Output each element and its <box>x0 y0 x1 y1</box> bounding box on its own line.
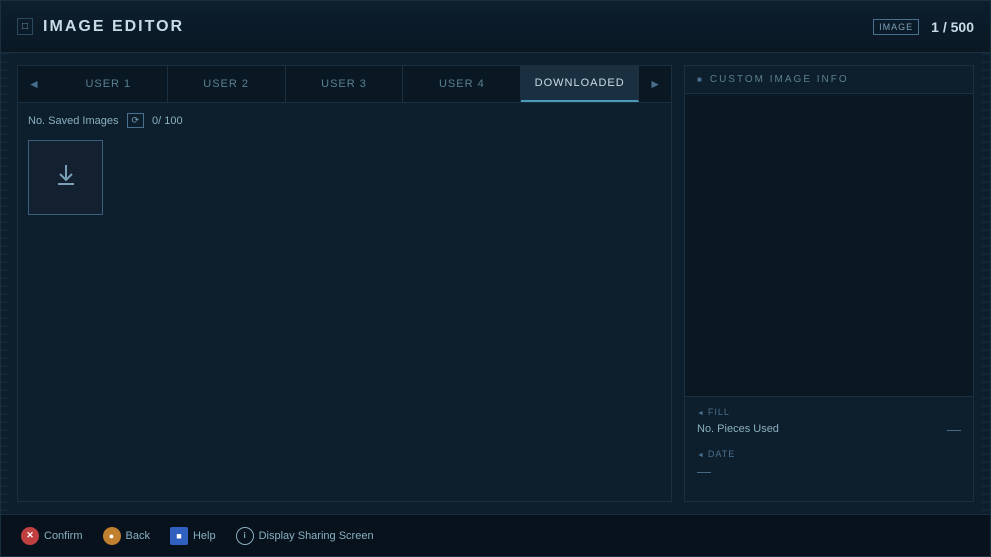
tab-user4[interactable]: USER 4 <box>403 66 521 102</box>
images-area: No. Saved Images ⟳ 0/ 100 <box>18 103 671 501</box>
image-label: IMAGE <box>873 19 919 35</box>
tab-right-arrow[interactable]: ► <box>639 66 671 102</box>
top-bar: □ IMAGE EDITOR IMAGE 1 / 500 <box>1 1 990 53</box>
right-panel-title: CUSTOM IMAGE INFO <box>685 66 973 94</box>
right-panel: CUSTOM IMAGE INFO FILL No. Pieces Used —… <box>684 65 974 502</box>
help-label: Help <box>193 530 216 542</box>
x-button-icon: ✕ <box>21 527 39 545</box>
info-section: FILL No. Pieces Used — DATE — <box>685 396 973 501</box>
left-panel: ◄ USER 1 USER 2 USER 3 USER 4 DOWNLOADED <box>17 65 672 502</box>
tab-user3[interactable]: USER 3 <box>286 66 404 102</box>
saved-images-count: 0/ 100 <box>152 115 183 127</box>
pieces-used-value: — <box>947 421 961 437</box>
pieces-used-label: No. Pieces Used <box>697 423 779 435</box>
download-icon <box>52 161 80 195</box>
tab-user2[interactable]: USER 2 <box>168 66 286 102</box>
app-frame: □ IMAGE EDITOR IMAGE 1 / 500 ◄ USER 1 US <box>0 0 991 557</box>
image-preview-area <box>685 94 973 396</box>
back-label: Back <box>126 530 150 542</box>
confirm-button[interactable]: ✕ Confirm <box>21 527 83 545</box>
images-grid <box>28 140 661 215</box>
date-value: — <box>697 463 711 479</box>
pieces-used-row: No. Pieces Used — <box>697 421 961 437</box>
tabs-bar: ◄ USER 1 USER 2 USER 3 USER 4 DOWNLOADED <box>18 66 671 103</box>
page-title: IMAGE EDITOR <box>43 18 184 36</box>
triangle-button-icon: i <box>236 527 254 545</box>
saved-images-bar: No. Saved Images ⟳ 0/ 100 <box>28 113 661 128</box>
image-icon: IMAGE <box>873 19 919 35</box>
tab-downloaded[interactable]: DOWNLOADED <box>521 66 639 102</box>
saved-images-label: No. Saved Images <box>28 115 119 127</box>
download-image-slot[interactable] <box>28 140 103 215</box>
display-sharing-button[interactable]: i Display Sharing Screen <box>236 527 374 545</box>
image-counter: 1 / 500 <box>931 19 974 35</box>
title-section: □ IMAGE EDITOR <box>17 18 184 36</box>
tab-user1[interactable]: USER 1 <box>50 66 168 102</box>
top-right-section: IMAGE 1 / 500 <box>873 19 974 35</box>
back-button[interactable]: ● Back <box>103 527 150 545</box>
tab-left-arrow[interactable]: ◄ <box>18 66 50 102</box>
main-content: ◄ USER 1 USER 2 USER 3 USER 4 DOWNLOADED <box>1 53 990 514</box>
title-bracket-icon: □ <box>17 18 33 35</box>
square-button-icon: ■ <box>170 527 188 545</box>
confirm-label: Confirm <box>44 530 83 542</box>
fill-label: FILL <box>697 407 961 417</box>
date-value-row: — <box>697 463 961 479</box>
bottom-bar: ✕ Confirm ● Back ■ Help i Display Sharin… <box>1 514 990 556</box>
saved-images-refresh-icon[interactable]: ⟳ <box>127 113 145 128</box>
date-label: DATE <box>697 449 961 459</box>
circle-button-icon: ● <box>103 527 121 545</box>
display-sharing-label: Display Sharing Screen <box>259 530 374 542</box>
help-button[interactable]: ■ Help <box>170 527 216 545</box>
